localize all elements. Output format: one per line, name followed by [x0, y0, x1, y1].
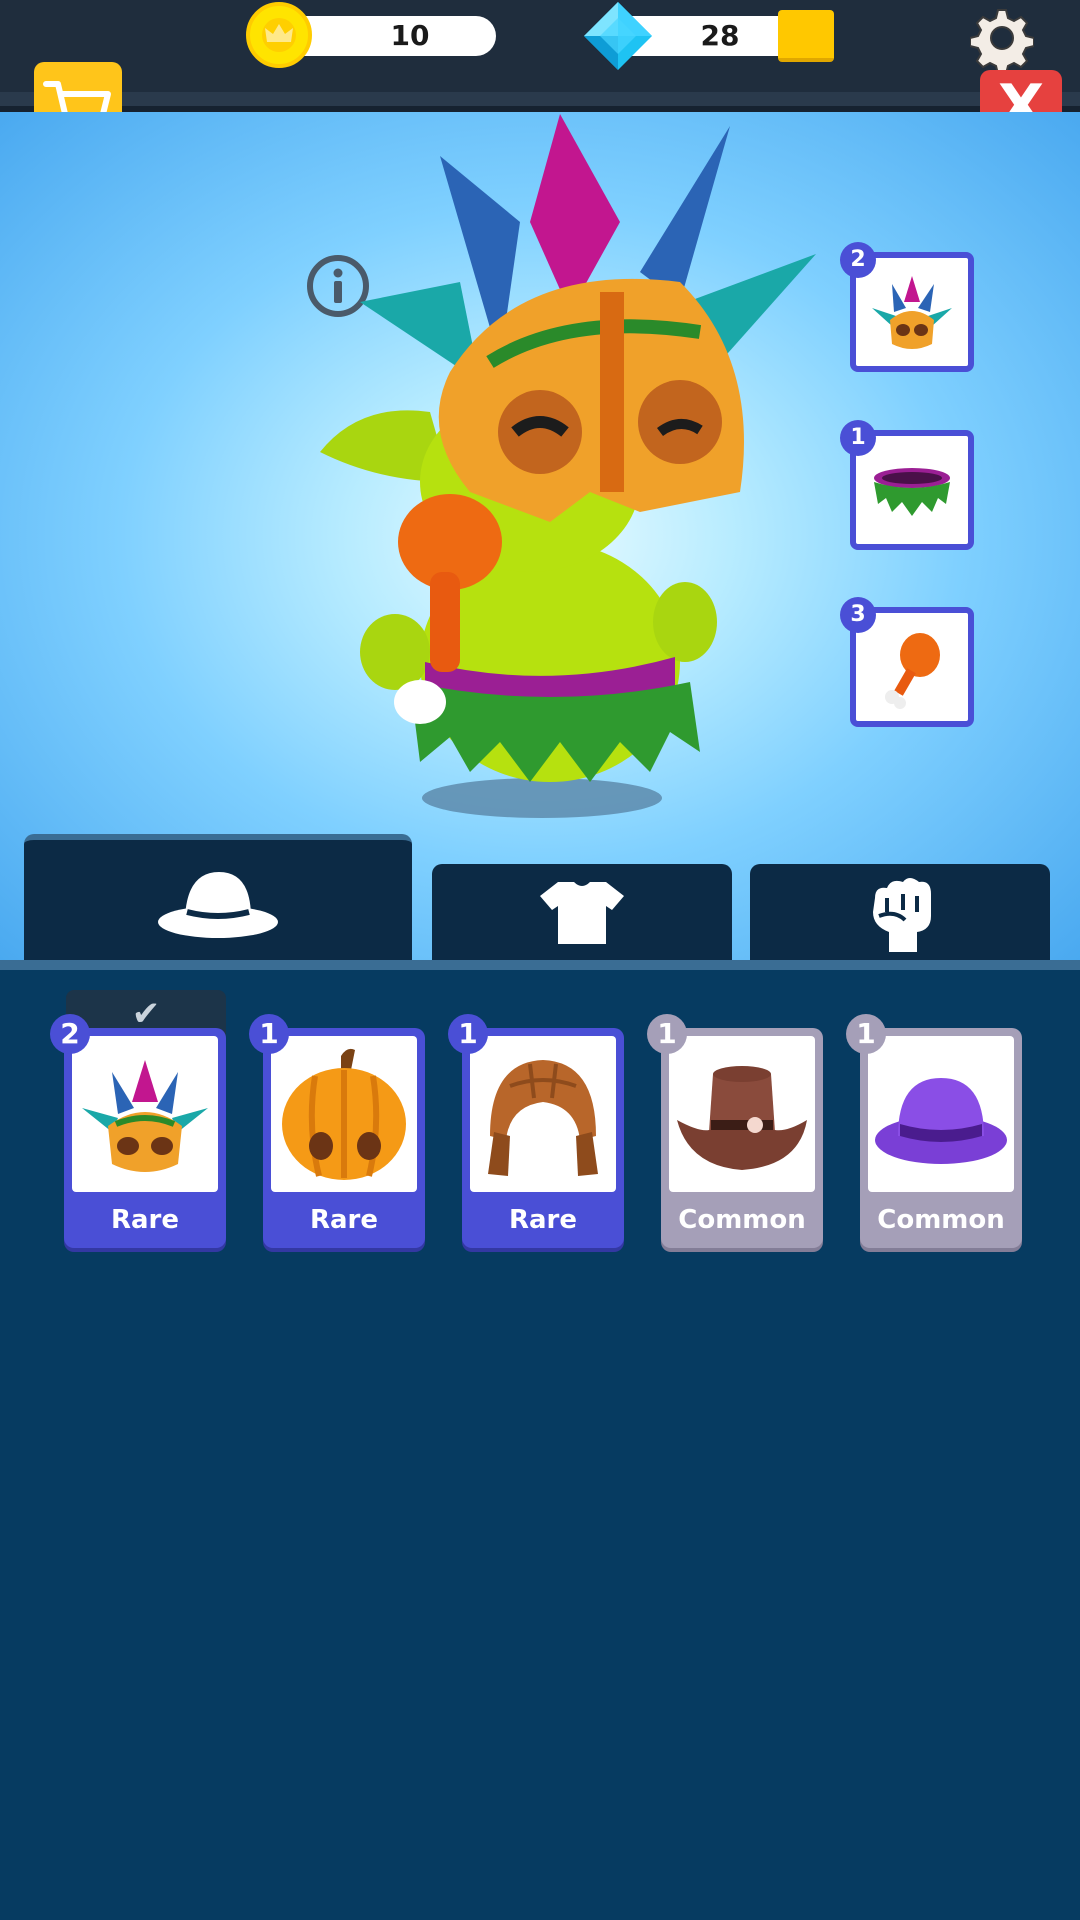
item-image — [271, 1036, 417, 1192]
rarity-label: Rare — [110, 1205, 180, 1235]
top-bar — [0, 0, 1080, 112]
item-image — [669, 1036, 815, 1192]
item-count-badge: 1 — [647, 1014, 687, 1054]
rarity-label: Common — [678, 1205, 806, 1235]
pumpkin-helmet-icon — [282, 1048, 406, 1180]
inventory-card[interactable]: Rare 2 — [50, 1014, 226, 1248]
diamond-gem-icon — [582, 0, 654, 72]
coin-counter: 10 — [280, 16, 496, 56]
tab-outfits[interactable] — [432, 864, 732, 960]
leather-helmet-icon — [488, 1060, 598, 1176]
rarity-label: Rare — [309, 1205, 379, 1235]
tab-hats[interactable] — [24, 834, 412, 960]
settings-gear-icon[interactable] — [969, 6, 1035, 75]
goblin-character — [300, 112, 840, 832]
hat-icon — [158, 872, 278, 938]
tribal-mask-icon — [82, 1060, 208, 1172]
fist-icon — [873, 878, 931, 952]
cowboy-hat-icon — [677, 1066, 807, 1170]
item-count-badge: 2 — [50, 1014, 90, 1054]
equipped-slot-outfit[interactable]: 1 — [840, 420, 974, 550]
rarity-label: Rare — [508, 1205, 578, 1235]
shirt-icon — [540, 882, 624, 944]
tribal-mask-icon — [872, 276, 952, 349]
item-image — [470, 1036, 616, 1192]
inventory-card[interactable]: Rare 1 — [448, 1014, 624, 1248]
item-count-badge: 1 — [846, 1014, 886, 1054]
item-count-badge: 1 — [249, 1014, 289, 1054]
add-gems-button[interactable] — [778, 10, 834, 62]
item-image — [72, 1036, 218, 1192]
crown-coin-icon — [246, 2, 312, 68]
rarity-label: Common — [877, 1205, 1005, 1235]
equipped-slot-hand[interactable]: 3 — [840, 597, 974, 727]
equipped-slot-head[interactable]: 2 — [840, 242, 974, 372]
drumstick-icon — [885, 633, 940, 709]
tab-hands[interactable] — [750, 864, 1050, 960]
coin-count: 10 — [390, 19, 430, 52]
purple-bowler-hat-icon — [875, 1078, 1007, 1164]
inventory-card[interactable]: Common 1 — [846, 1014, 1022, 1248]
item-image — [868, 1036, 1014, 1192]
item-count-badge: 1 — [448, 1014, 488, 1054]
grass-skirt-icon — [874, 468, 950, 516]
inventory-card[interactable]: Rare 1 — [249, 1014, 425, 1248]
inventory-card[interactable]: Common 1 — [647, 1014, 823, 1248]
top-bar-shine — [0, 92, 1080, 106]
gem-count: 28 — [700, 19, 740, 52]
